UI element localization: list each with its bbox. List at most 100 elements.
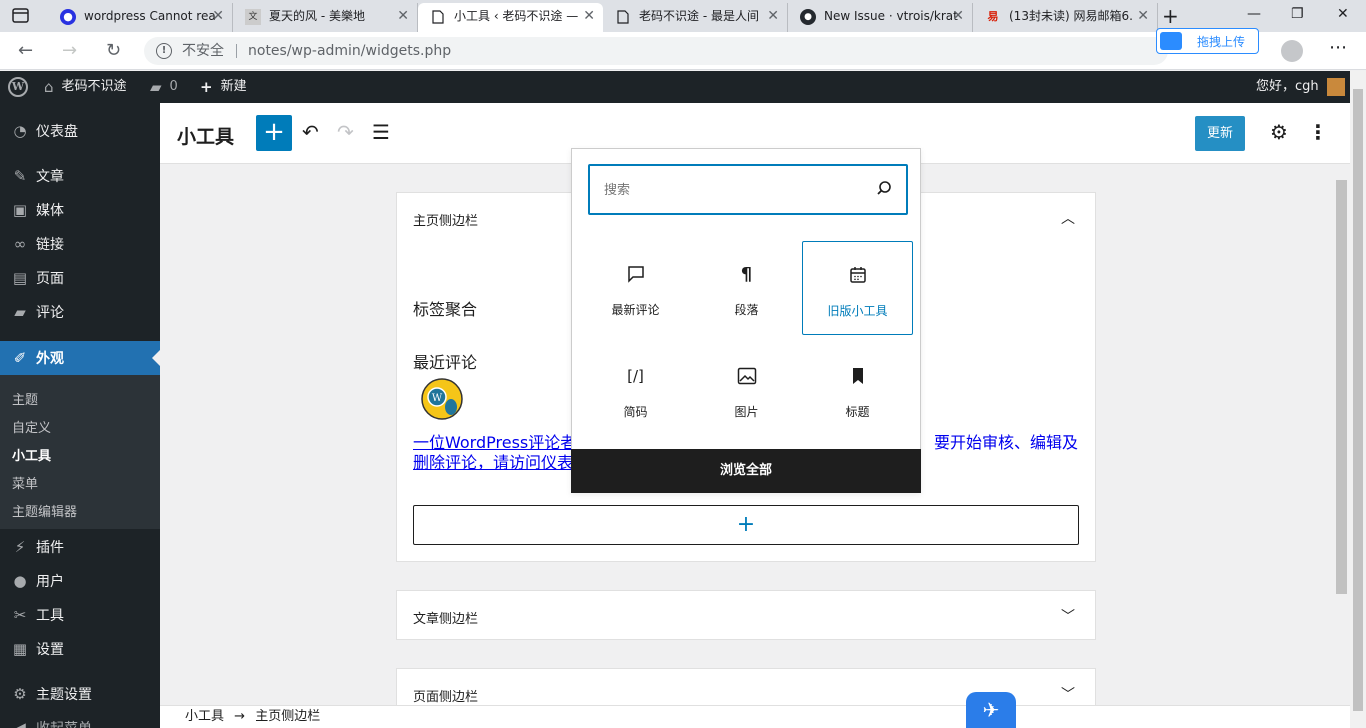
- tab-title: (13封未读) 网易邮箱6.: [1009, 9, 1133, 23]
- drag-upload-button[interactable]: 拖拽上传: [1156, 28, 1259, 54]
- profile-avatar[interactable]: [1281, 40, 1303, 62]
- sidebar-item-theme-settings[interactable]: ⚙ 主题设置: [0, 677, 160, 711]
- browser-tab[interactable]: 文 夏天的风 - 美樂地 ✕: [233, 3, 418, 32]
- image-icon: [691, 365, 802, 387]
- url-omnibox[interactable]: ! 不安全 notes/wp-admin/widgets.php: [144, 37, 1168, 65]
- chevron-up-icon[interactable]: ︿: [1061, 208, 1075, 228]
- breadcrumb-item-widgets[interactable]: 小工具: [185, 709, 224, 724]
- sidebar-item-links[interactable]: ∞ 链接: [0, 227, 160, 261]
- page-scrollbar-thumb[interactable]: [1353, 89, 1363, 711]
- comment-bubble-icon: [580, 263, 691, 285]
- browser-menu-icon[interactable]: ⋯: [1329, 37, 1347, 58]
- sidebar-item-settings[interactable]: ▦ 设置: [0, 632, 160, 666]
- user-icon: ●: [13, 572, 27, 590]
- sidebar-item-plugins[interactable]: ⚡ 插件: [0, 530, 160, 564]
- close-tab-icon[interactable]: ✕: [397, 3, 409, 29]
- recent-comments-widget-heading[interactable]: 最近评论: [413, 349, 477, 373]
- submenu-item-themes[interactable]: 主题: [12, 389, 38, 408]
- canvas-scrollbar-thumb[interactable]: [1336, 180, 1347, 594]
- block-shortcode[interactable]: [/] 简码: [580, 343, 691, 437]
- url-text[interactable]: notes/wp-admin/widgets.php: [248, 37, 451, 65]
- sidebar-item-users[interactable]: ● 用户: [0, 564, 160, 598]
- update-button[interactable]: 更新: [1195, 116, 1245, 151]
- back-icon[interactable]: ←: [18, 40, 33, 61]
- block-latest-comments[interactable]: 最新评论: [580, 241, 691, 335]
- chevron-down-icon[interactable]: ﹀: [1061, 606, 1075, 626]
- upload-label: 拖拽上传: [1197, 35, 1246, 49]
- tag-cloud-widget-heading[interactable]: 标签聚合: [413, 296, 477, 320]
- sidebar-item-comments[interactable]: ▰ 评论: [0, 295, 160, 329]
- close-tab-icon[interactable]: ✕: [583, 3, 595, 29]
- browser-tab[interactable]: ● wordpress Cannot rea ✕: [48, 3, 233, 32]
- new-content-link[interactable]: + 新建: [200, 71, 247, 103]
- omnibox-separator: [236, 44, 237, 58]
- tab-actions-icon[interactable]: [10, 6, 32, 26]
- submenu-item-theme-editor[interactable]: 主题编辑器: [12, 501, 77, 520]
- block-label: 标题: [845, 405, 870, 419]
- maximize-icon[interactable]: ❐: [1291, 6, 1304, 22]
- browser-tab[interactable]: ● New Issue · vtrois/krat ✕: [788, 3, 973, 32]
- search-icon[interactable]: [876, 180, 892, 196]
- forward-icon[interactable]: →: [62, 40, 77, 61]
- block-paragraph[interactable]: ¶ 段落: [691, 241, 802, 335]
- media-icon: ▣: [12, 201, 28, 219]
- sidebar-item-dashboard[interactable]: ◔ 仪表盘: [0, 114, 160, 148]
- block-heading[interactable]: 标题: [802, 343, 913, 437]
- baidu-paw-icon: ●: [60, 9, 76, 25]
- block-label: 最新评论: [611, 303, 660, 317]
- sidebar-item-appearance[interactable]: ✐ 外观: [0, 341, 160, 375]
- sidebar-collapse-menu[interactable]: ◀ 收起菜单: [0, 711, 160, 728]
- browser-tab-active[interactable]: 小工具 ‹ 老码不识途 — ✕: [418, 3, 603, 32]
- block-legacy-widget[interactable]: 旧版小工具: [802, 241, 913, 335]
- comments-link[interactable]: ▰ 0: [150, 71, 178, 103]
- comments-count: 0: [169, 79, 178, 94]
- block-image[interactable]: 图片: [691, 343, 802, 437]
- site-name-link[interactable]: ⌂ 老码不识途: [44, 71, 127, 103]
- sidebar-item-media[interactable]: ▣ 媒体: [0, 193, 160, 227]
- sidebar-item-tools[interactable]: ✂ 工具: [0, 598, 160, 632]
- minimize-icon[interactable]: —: [1247, 6, 1261, 22]
- chevron-down-icon[interactable]: ﹀: [1061, 684, 1075, 704]
- submenu-item-customize[interactable]: 自定义: [12, 417, 51, 436]
- sidebar-item-pages[interactable]: ▤ 页面: [0, 261, 160, 295]
- settings-icon: ▦: [12, 640, 28, 658]
- close-tab-icon[interactable]: ✕: [767, 3, 779, 29]
- site-name: 老码不识途: [61, 79, 127, 94]
- close-tab-icon[interactable]: ✕: [212, 3, 224, 29]
- floating-bird-icon[interactable]: ✈: [966, 692, 1016, 728]
- widget-area-post-sidebar[interactable]: 文章侧边栏 ﹀: [396, 590, 1096, 640]
- redo-icon[interactable]: ↷: [337, 120, 354, 144]
- sidebar-item-posts[interactable]: ✎ 文章: [0, 159, 160, 193]
- page-title: 小工具: [177, 126, 235, 148]
- block-search-input[interactable]: [604, 178, 854, 202]
- browse-all-button[interactable]: 浏览全部: [571, 449, 921, 493]
- block-inserter-toggle[interactable]: +: [256, 115, 292, 151]
- options-menu-icon[interactable]: ⋮: [1308, 120, 1328, 144]
- undo-icon[interactable]: ↶: [302, 120, 319, 144]
- sidebar-item-label: 用户: [36, 574, 64, 590]
- reload-icon[interactable]: ↻: [106, 40, 121, 61]
- page-scrollbar[interactable]: [1350, 71, 1366, 728]
- widget-area-title[interactable]: 主页侧边栏: [413, 210, 478, 229]
- settings-gear-icon[interactable]: ⚙: [1270, 120, 1288, 144]
- close-tab-icon[interactable]: ✕: [1137, 3, 1149, 29]
- list-view-icon[interactable]: ☰: [372, 120, 390, 144]
- paragraph-icon: ¶: [740, 263, 753, 285]
- sidebar-item-label: 媒体: [36, 203, 64, 219]
- submenu-item-menus[interactable]: 菜单: [12, 473, 38, 492]
- close-window-icon[interactable]: ✕: [1337, 6, 1349, 22]
- new-label: 新建: [220, 79, 247, 94]
- bookmark-icon: [802, 365, 913, 387]
- breadcrumb-item-main-sidebar[interactable]: 主页侧边栏: [255, 709, 320, 724]
- submenu-item-widgets[interactable]: 小工具: [12, 445, 51, 464]
- close-tab-icon[interactable]: ✕: [952, 3, 964, 29]
- info-icon[interactable]: !: [156, 43, 172, 59]
- add-block-button[interactable]: +: [413, 505, 1079, 545]
- browser-tab[interactable]: 老码不识途 - 最是人间 ✕: [603, 3, 788, 32]
- my-account-link[interactable]: 您好，cgh: [1256, 71, 1345, 103]
- new-tab-icon[interactable]: +: [1162, 4, 1179, 28]
- plugin-icon: ⚡: [14, 538, 26, 556]
- wp-logo-menu[interactable]: W: [8, 71, 28, 103]
- sidebar-item-label: 仪表盘: [36, 124, 78, 140]
- browser-tab[interactable]: 易 (13封未读) 网易邮箱6. ✕: [973, 3, 1158, 32]
